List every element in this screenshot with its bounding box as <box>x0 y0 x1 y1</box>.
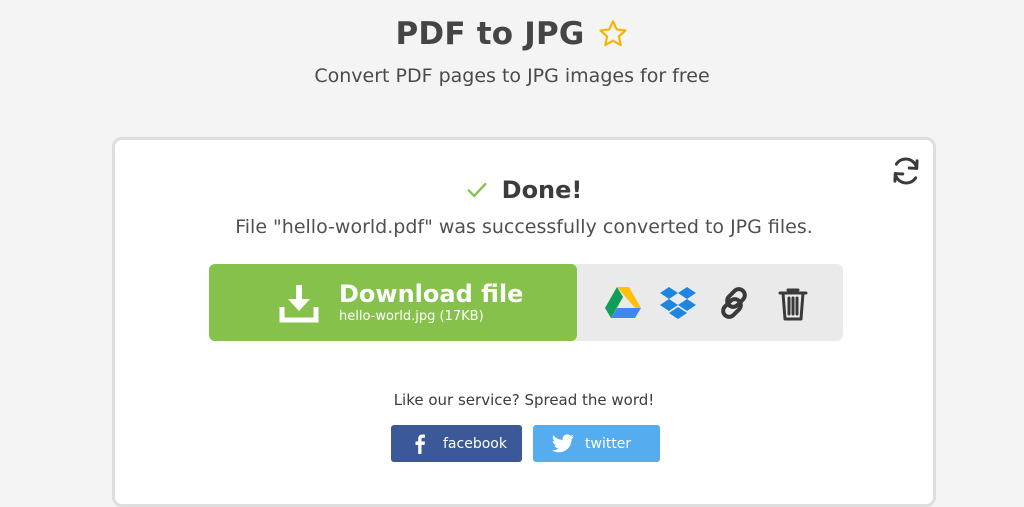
title-row: PDF to JPG <box>0 12 1024 56</box>
trash-icon[interactable] <box>773 283 813 323</box>
twitter-icon <box>551 433 574 455</box>
dropbox-icon[interactable] <box>658 283 698 323</box>
download-text: Download file hello-world.jpg (17KB) <box>339 280 523 326</box>
status-row: Done! <box>115 176 933 204</box>
page-title: PDF to JPG <box>395 16 585 52</box>
link-icon[interactable] <box>714 283 754 323</box>
twitter-share-button[interactable]: twitter <box>533 425 660 462</box>
google-drive-icon[interactable] <box>603 283 643 323</box>
check-icon <box>466 179 488 201</box>
result-card: Done! File "hello-world.pdf" was success… <box>112 137 936 507</box>
download-label: Download file <box>339 279 524 308</box>
conversion-message: File "hello-world.pdf" was successfully … <box>235 216 813 238</box>
download-file-button[interactable]: Download file hello-world.jpg (17KB) <box>209 264 577 341</box>
download-action-bar: Download file hello-world.jpg (17KB) <box>209 264 843 341</box>
facebook-icon <box>409 433 431 455</box>
download-icon <box>277 281 321 325</box>
status-text: Done! <box>501 176 583 204</box>
spread-the-word-text: Like our service? Spread the word! <box>393 391 655 409</box>
facebook-share-button[interactable]: facebook <box>391 425 522 462</box>
twitter-label: twitter <box>585 435 632 452</box>
page-subtitle: Convert PDF pages to JPG images for free <box>314 65 710 87</box>
facebook-label: facebook <box>443 435 507 452</box>
star-outline-icon[interactable] <box>597 18 629 50</box>
download-filename: hello-world.jpg (17KB) <box>339 308 484 324</box>
